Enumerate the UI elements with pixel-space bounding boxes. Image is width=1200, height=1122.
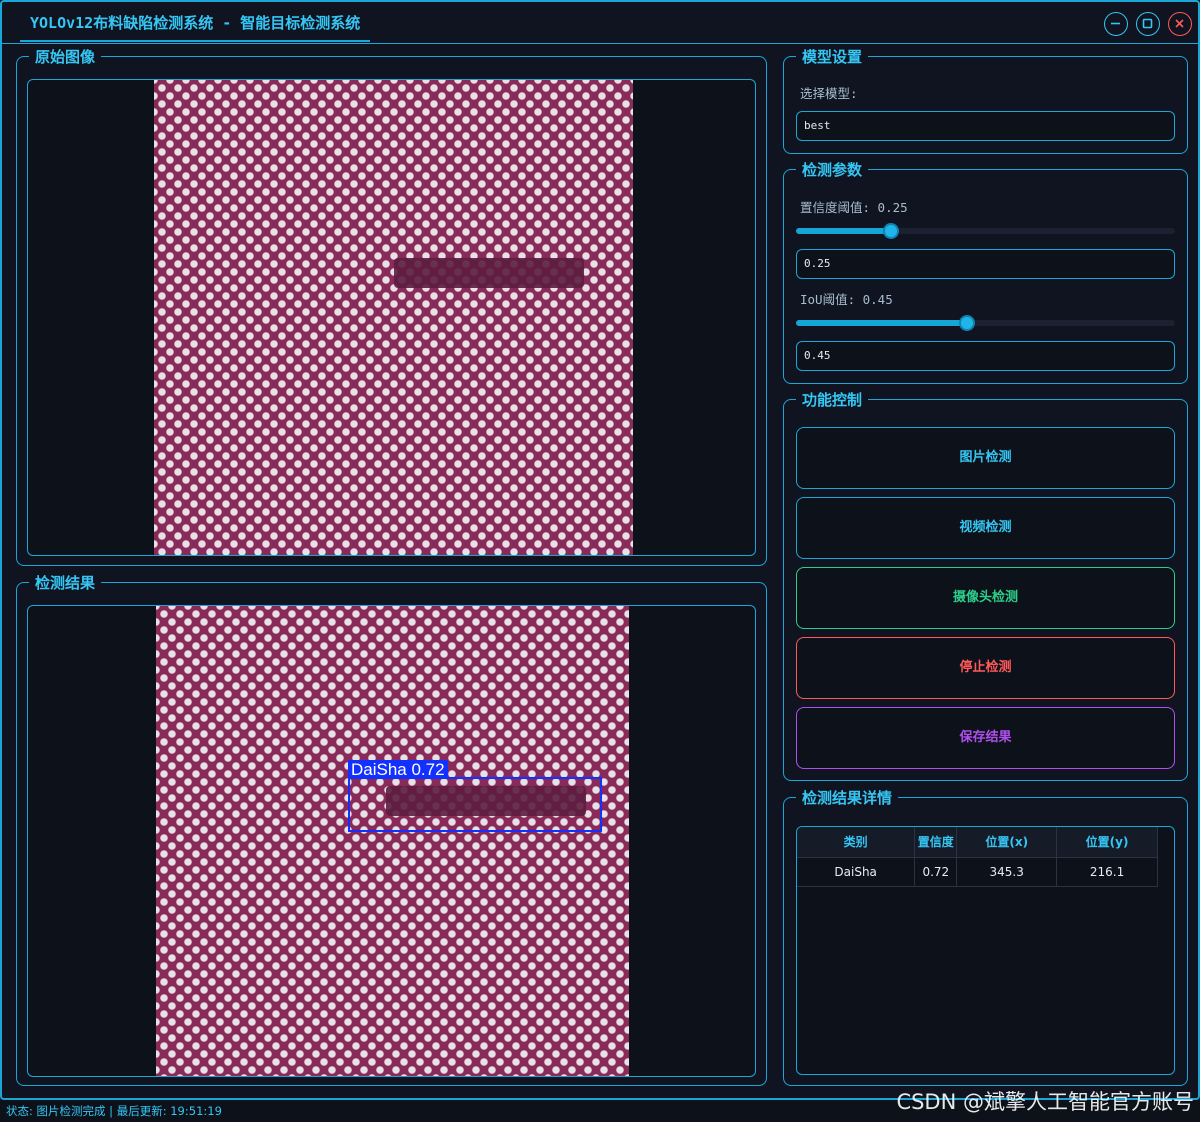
iou-slider-handle[interactable] bbox=[958, 315, 975, 331]
app-window: YOLOv12布料缺陷检测系统 - 智能目标检测系统 原始图像 检测结果 Dai… bbox=[0, 0, 1200, 1100]
model-settings-panel: 模型设置 选择模型: best bbox=[783, 47, 1188, 154]
detect-params-title: 检测参数 bbox=[796, 160, 869, 180]
controls-panel: 功能控制 图片检测 视频检测 摄像头检测 停止检测 保存结果 bbox=[783, 390, 1188, 781]
maximize-button[interactable] bbox=[1136, 12, 1160, 36]
result-image-view: DaiSha 0.72 bbox=[27, 605, 756, 1077]
controls-title: 功能控制 bbox=[796, 390, 869, 410]
results-title: 检测结果详情 bbox=[796, 788, 899, 808]
table-row[interactable]: DaiSha 0.72 345.3 216.1 bbox=[797, 857, 1158, 887]
table-header-row: 类别 置信度 位置(x) 位置(y) bbox=[797, 827, 1158, 858]
window-title: YOLOv12布料缺陷检测系统 - 智能目标检测系统 bbox=[20, 4, 371, 42]
original-image-view bbox=[27, 79, 756, 556]
detection-box bbox=[348, 777, 602, 832]
conf-slider-handle[interactable] bbox=[882, 223, 899, 239]
model-settings-title: 模型设置 bbox=[796, 47, 869, 67]
minimize-button[interactable] bbox=[1104, 12, 1128, 36]
column-header-x[interactable]: 位置(x) bbox=[956, 827, 1058, 858]
maximize-icon bbox=[1142, 18, 1153, 29]
result-image-panel: 检测结果 DaiSha 0.72 bbox=[16, 573, 767, 1086]
watermark-text: CSDN @斌擎人工智能官方账号 bbox=[896, 1090, 1194, 1114]
iou-slider[interactable] bbox=[796, 315, 1175, 331]
save-result-button[interactable]: 保存结果 bbox=[796, 707, 1175, 769]
detect-params-panel: 检测参数 置信度阈值: 0.25 0.25 IoU阈值: 0.45 0.45 bbox=[783, 160, 1188, 384]
result-fabric-image: DaiSha 0.72 bbox=[156, 606, 629, 1076]
conf-slider[interactable] bbox=[796, 223, 1175, 239]
fabric-defect bbox=[394, 258, 584, 288]
model-select-label: 选择模型: bbox=[800, 86, 858, 101]
conf-threshold-label: 置信度阈值: 0.25 bbox=[800, 200, 908, 215]
model-select[interactable]: best bbox=[796, 111, 1175, 141]
result-image-title: 检测结果 bbox=[29, 573, 102, 593]
cell-class: DaiSha bbox=[797, 857, 916, 887]
original-image-title: 原始图像 bbox=[29, 47, 102, 67]
video-detect-button[interactable]: 视频检测 bbox=[796, 497, 1175, 559]
column-header-class[interactable]: 类别 bbox=[797, 827, 916, 858]
results-table: 类别 置信度 位置(x) 位置(y) DaiSha 0.72 345.3 216… bbox=[797, 827, 1158, 887]
minimize-icon bbox=[1111, 22, 1120, 25]
column-header-y[interactable]: 位置(y) bbox=[1056, 827, 1158, 858]
title-bar: YOLOv12布料缺陷检测系统 - 智能目标检测系统 bbox=[2, 2, 1198, 44]
results-panel: 检测结果详情 类别 置信度 位置(x) 位置(y) DaiSha 0.72 34… bbox=[783, 788, 1188, 1086]
original-image-panel: 原始图像 bbox=[16, 47, 767, 566]
cell-x: 345.3 bbox=[956, 857, 1058, 887]
close-icon bbox=[1175, 19, 1184, 28]
iou-input[interactable]: 0.45 bbox=[796, 341, 1175, 371]
close-button[interactable] bbox=[1168, 12, 1192, 36]
cell-y: 216.1 bbox=[1056, 857, 1158, 887]
iou-threshold-label: IoU阈值: 0.45 bbox=[800, 292, 893, 307]
conf-input[interactable]: 0.25 bbox=[796, 249, 1175, 279]
iou-slider-fill bbox=[796, 320, 967, 326]
image-detect-button[interactable]: 图片检测 bbox=[796, 427, 1175, 489]
column-header-confidence[interactable]: 置信度 bbox=[914, 827, 958, 858]
conf-slider-fill bbox=[796, 228, 891, 234]
stop-detect-button[interactable]: 停止检测 bbox=[796, 637, 1175, 699]
results-table-container: 类别 置信度 位置(x) 位置(y) DaiSha 0.72 345.3 216… bbox=[796, 826, 1175, 1075]
cell-confidence: 0.72 bbox=[914, 857, 958, 887]
camera-detect-button[interactable]: 摄像头检测 bbox=[796, 567, 1175, 629]
original-fabric-image bbox=[154, 80, 633, 555]
